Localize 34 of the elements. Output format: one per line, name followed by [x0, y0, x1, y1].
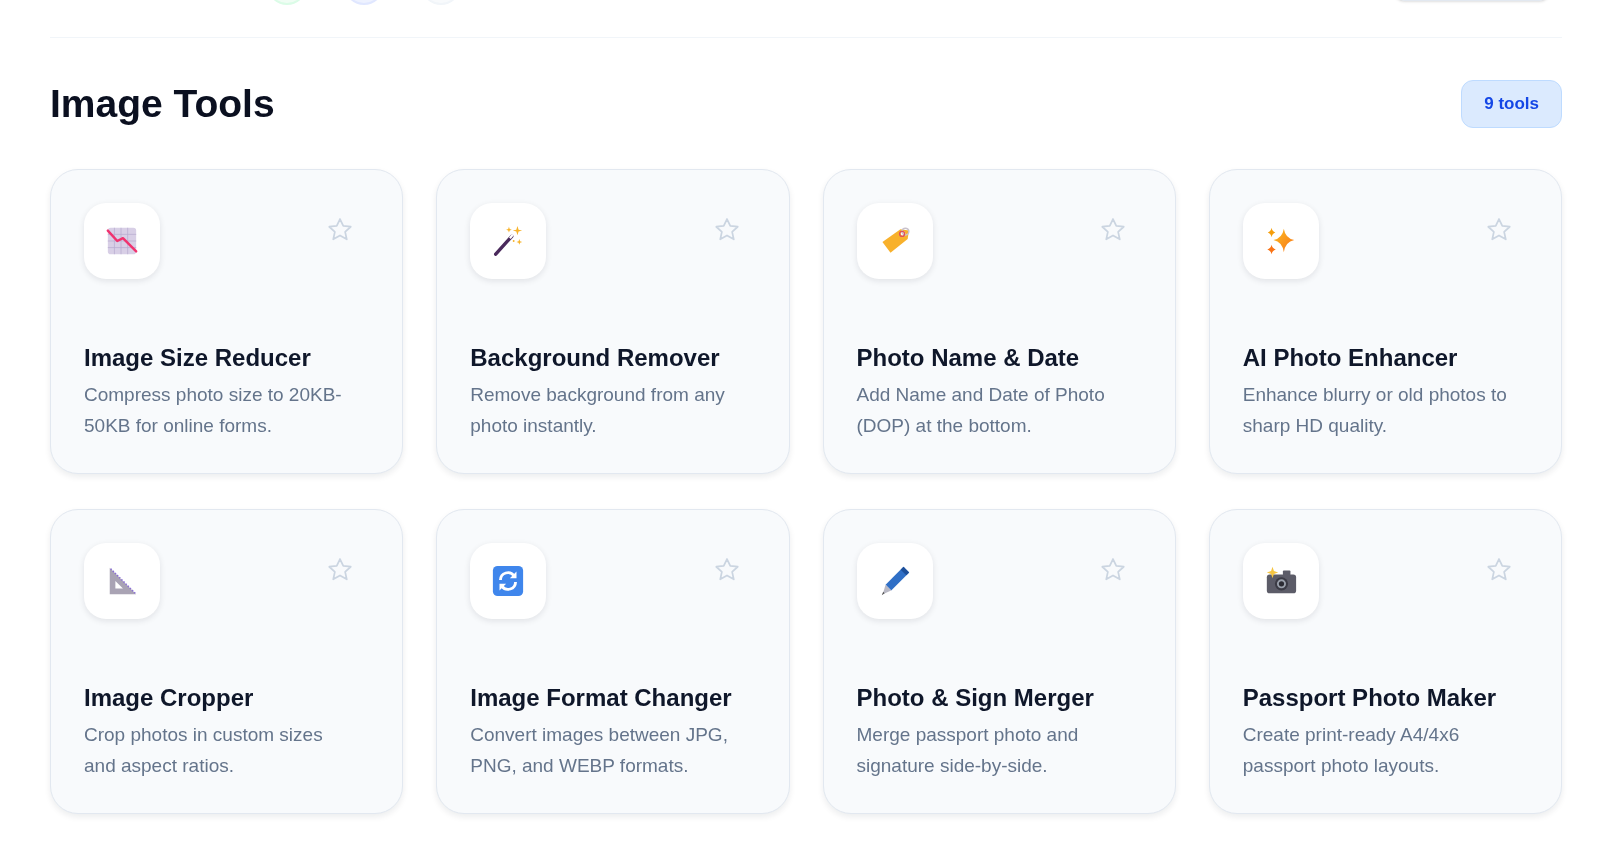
- sparkles-icon: [1242, 203, 1319, 279]
- tool-description: Merge passport photo and signature side-by-side.: [856, 723, 1080, 778]
- tool-title: Photo Name & Date: [856, 343, 1081, 373]
- tool-card[interactable]: Background Remover Remove background from any photo instantly.: [436, 169, 790, 474]
- magic-wand-icon: [470, 203, 547, 279]
- tool-description: Convert images between JPG, PNG, and WEBP formats.: [470, 723, 729, 778]
- tool-description: Remove background from any photo instantly.: [470, 383, 726, 438]
- tool-card[interactable]: Passport Photo Maker Create print-ready A4/4x6 passport photo layouts.: [1208, 509, 1562, 814]
- tool-title: Image Size Reducer: [84, 343, 312, 373]
- tool-card[interactable]: AI Photo Enhancer Enhance blurry or old photos to sharp HD quality.: [1208, 169, 1562, 474]
- tool-count-badge: 9 tools: [1461, 80, 1562, 128]
- tool-card[interactable]: Image Format Changer Convert images between JPG, PNG, and WEBP formats.: [436, 509, 790, 814]
- tool-description: Create print-ready A4/4x6 passport photo layouts.: [1242, 723, 1461, 778]
- tool-title: AI Photo Enhancer: [1242, 343, 1459, 373]
- triangle-ruler-icon: [84, 543, 160, 619]
- tool-title: Image Cropper: [84, 683, 255, 713]
- tool-card[interactable]: Image Cropper Crop photos in custom sizes and aspect ratios.: [50, 509, 404, 814]
- cycle-arrows-icon: [470, 543, 547, 619]
- tag-icon: [856, 203, 933, 279]
- chart-down-icon: [84, 203, 160, 279]
- tool-description: Crop photos in custom sizes and aspect ratios.: [84, 723, 324, 778]
- camera-icon: [1242, 543, 1319, 619]
- section-title: Image Tools: [50, 82, 275, 126]
- tool-title: Background Remover: [470, 343, 721, 373]
- tool-description: Compress photo size to 20KB-50KB for online forms.: [84, 383, 343, 438]
- tool-card[interactable]: Image Size Reducer Compress photo size to 20KB-50KB for online forms.: [50, 169, 404, 474]
- tool-card[interactable]: Photo Name & Date Add Name and Date of Photo (DOP) at the bottom.: [822, 169, 1176, 474]
- tool-title: Image Format Changer: [470, 683, 733, 713]
- tool-description: Enhance blurry or old photos to sharp HD quality.: [1242, 383, 1508, 438]
- tool-description: Add Name and Date of Photo (DOP) at the bottom.: [856, 383, 1106, 438]
- pen-icon: [856, 543, 933, 619]
- tool-card[interactable]: Photo & Sign Merger Merge passport photo and signature side-by-side.: [822, 509, 1176, 814]
- tool-title: Passport Photo Maker: [1242, 683, 1498, 713]
- tool-title: Photo & Sign Merger: [856, 683, 1095, 713]
